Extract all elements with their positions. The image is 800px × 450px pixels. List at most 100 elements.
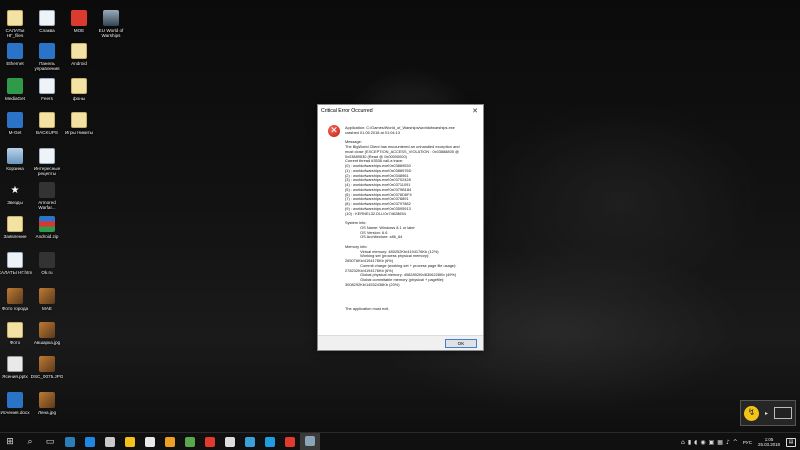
desktop-icon-label: BACKUPS xyxy=(36,130,58,135)
monitor-icon[interactable]: ▣ xyxy=(709,439,715,446)
file-icon xyxy=(7,322,23,338)
arrow-icon: ▸ xyxy=(764,409,768,417)
store-icon xyxy=(145,436,155,447)
dialog-body: ✕ Application: C:/Games/World_of_Warship… xyxy=(318,117,483,335)
dialog-title-bar[interactable]: Critical Error Occurred ✕ xyxy=(318,105,483,117)
desktop-icon[interactable]: Android xyxy=(62,43,96,66)
desktop-icon[interactable]: Ok.ru xyxy=(30,252,64,275)
desktop-icon[interactable]: Заявление xyxy=(0,216,32,239)
ok-button[interactable]: OK xyxy=(445,339,477,348)
file-icon xyxy=(39,112,55,128)
mail-icon xyxy=(105,436,115,447)
desktop-icon[interactable]: MOE xyxy=(62,10,96,33)
desktop-icon[interactable]: Панель управления xyxy=(30,43,64,72)
notifications-icon[interactable]: ▤ xyxy=(786,437,796,447)
desktop-icon-label: Авшарка.jpg xyxy=(33,340,61,345)
system-tray: ⌂ ▮ ◖ ◉ ▣ ▦ ♪ ^ РУС 1:05 25.03.2018 ▤ xyxy=(681,433,800,450)
dialog-title: Critical Error Occurred xyxy=(321,108,373,114)
desktop-icon[interactable]: Исчения.docx xyxy=(0,392,32,415)
desktop-icon[interactable]: Feers xyxy=(30,78,64,101)
tray-popup: ↯ ▸ xyxy=(740,400,796,426)
desktop-icon-label: MAE xyxy=(42,306,52,311)
clock[interactable]: 1:05 25.03.2018 xyxy=(758,437,780,447)
desktop-icon-label: Ok.ru xyxy=(41,270,53,275)
keyboard-icon[interactable]: ▦ xyxy=(717,439,723,446)
desktop-icon[interactable]: Фото города xyxy=(0,288,32,311)
taskbar-apps xyxy=(60,432,320,450)
error-message: Application: C:/Games/World_of_Warships/… xyxy=(345,125,460,311)
desktop-icon-label: Лена.jpg xyxy=(37,410,57,415)
taskbar-app-mail[interactable] xyxy=(100,433,120,450)
taskbar-app-warships[interactable] xyxy=(300,432,320,450)
close-icon[interactable]: ✕ xyxy=(470,107,480,115)
app-blue-icon xyxy=(245,436,255,447)
desktop-icon[interactable]: Armored Warfar... xyxy=(30,182,64,211)
taskbar-app-yandex-1[interactable] xyxy=(200,433,220,450)
taskbar-app-calendar[interactable] xyxy=(220,433,240,450)
desktop-icon[interactable]: Ясения.pptx xyxy=(0,356,32,379)
language-indicator[interactable]: РУС xyxy=(743,440,752,445)
file-icon xyxy=(71,78,87,94)
wifi-icon[interactable]: ◉ xyxy=(700,439,705,446)
file-icon xyxy=(7,216,23,232)
desktop-icon-label: фоны xyxy=(72,96,86,101)
taskbar-app-photos[interactable] xyxy=(160,433,180,450)
task-view-icon[interactable]: ▭ xyxy=(40,433,60,450)
taskbar-app-app-blue[interactable] xyxy=(240,433,260,450)
image-icon xyxy=(39,288,55,304)
presentation-icon xyxy=(7,356,23,372)
calculator-icon xyxy=(65,436,75,447)
desktop-icon[interactable]: BACKUPS xyxy=(30,112,64,135)
image-icon xyxy=(39,392,55,408)
desktop-icon[interactable]: Ethernet xyxy=(0,43,32,66)
archive-icon xyxy=(39,216,55,232)
game-icon xyxy=(103,10,119,26)
desktop-icon[interactable]: M-Get xyxy=(0,112,32,135)
chevron-icon[interactable]: ^ xyxy=(733,439,738,446)
desktop-icon[interactable]: ★ Звезды xyxy=(0,182,32,206)
desktop-icon[interactable]: Интересные рецепты xyxy=(30,148,64,177)
desktop-icon[interactable]: Android.zip xyxy=(30,216,64,239)
desktop-icon[interactable]: Лена.jpg xyxy=(30,392,64,415)
desktop-icon[interactable]: Игры Никиты xyxy=(62,112,96,135)
desktop-icon[interactable]: САЛАТЫ НГ.htm xyxy=(0,252,32,275)
desktop-icon[interactable]: Авшарка.jpg xyxy=(30,322,64,345)
volume-icon[interactable]: ◖ xyxy=(694,439,697,446)
file-icon xyxy=(71,112,87,128)
network-icon[interactable]: ⌂ xyxy=(681,439,685,446)
image-icon xyxy=(7,288,23,304)
app-icon xyxy=(39,182,55,198)
screen-icon[interactable] xyxy=(773,407,792,419)
desktop-icon-label: Armored Warfar... xyxy=(38,200,56,211)
taskbar-app-edge[interactable] xyxy=(80,433,100,450)
desktop-icon[interactable]: DSC_0075.JPG xyxy=(30,356,64,379)
speaker-icon[interactable]: ♪ xyxy=(726,439,730,446)
desktop-icon[interactable]: Слаква xyxy=(30,10,64,33)
taskbar-app-yandex-2[interactable] xyxy=(280,433,300,450)
document-icon xyxy=(39,148,55,164)
taskbar-app-pictures[interactable] xyxy=(180,433,200,450)
desktop-icon[interactable]: MediaGet xyxy=(0,78,32,101)
desktop-icon[interactable]: САЛАТЫ НГ_files xyxy=(0,10,32,39)
skype-icon xyxy=(265,436,275,447)
desktop-icon-label: Интересные рецепты xyxy=(33,166,61,177)
star-icon: ★ xyxy=(10,184,20,196)
desktop-icon[interactable]: Фото xyxy=(0,322,32,345)
taskbar-app-explorer[interactable] xyxy=(120,433,140,450)
clock-date: 25.03.2018 xyxy=(758,442,780,447)
yandex-2-icon xyxy=(285,436,295,447)
power-icon[interactable]: ↯ xyxy=(743,405,759,421)
desktop-icon[interactable]: EU World of Warships xyxy=(94,10,128,39)
desktop-icon[interactable]: Корзина xyxy=(0,148,32,171)
app-icon xyxy=(7,43,23,59)
desktop-icon[interactable]: MAE xyxy=(30,288,64,311)
battery-icon[interactable]: ▮ xyxy=(688,439,691,446)
search-icon[interactable]: ⌕ xyxy=(20,433,40,450)
start-button[interactable]: ⊞ xyxy=(0,433,20,450)
taskbar-app-calculator[interactable] xyxy=(60,433,80,450)
recycle-bin-icon xyxy=(7,148,23,164)
desktop-icon-label: DSC_0075.JPG xyxy=(30,374,64,379)
taskbar-app-store[interactable] xyxy=(140,433,160,450)
desktop-icon[interactable]: фоны xyxy=(62,78,96,101)
taskbar-app-skype[interactable] xyxy=(260,433,280,450)
